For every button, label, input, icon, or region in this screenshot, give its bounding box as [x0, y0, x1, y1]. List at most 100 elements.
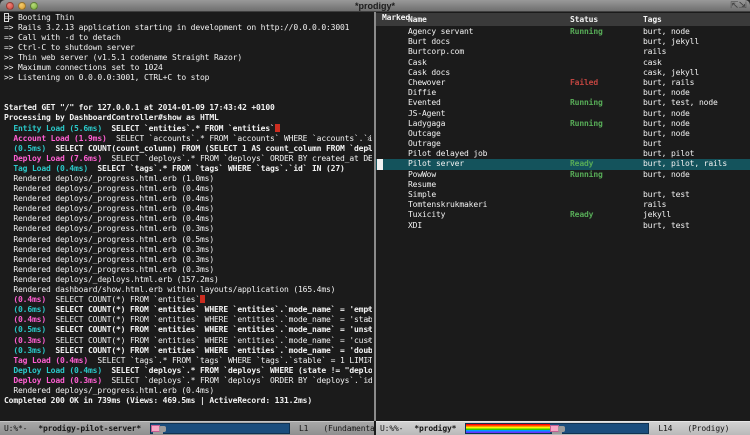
service-row[interactable]: Outrage burt: [376, 139, 750, 149]
service-row[interactable]: TuxicityReadyjekyll: [376, 210, 750, 220]
service-status: Running: [570, 119, 643, 129]
zoom-button[interactable]: [30, 2, 38, 10]
log-line: Entity Load (5.6ms) SELECT `entities`.* …: [4, 124, 372, 134]
service-name: Diffie: [408, 88, 570, 98]
service-tags: burt, node: [643, 170, 750, 180]
service-row[interactable]: Cask docscask, jekyll: [376, 68, 750, 78]
trailing-whitespace-marker: [275, 124, 280, 132]
log-line: (0.5ms) SELECT COUNT(count_column) FROM …: [4, 144, 372, 154]
log-line: Account Load (1.9ms) SELECT `accounts`.*…: [4, 134, 372, 144]
service-row[interactable]: Burtcorp.comrails: [376, 47, 750, 57]
log-line: => Rails 3.2.13 application starting in …: [4, 23, 372, 33]
service-row[interactable]: XDIburt, test: [376, 221, 750, 231]
truncation-arrow-icon: ›: [366, 315, 371, 325]
header-name: Name: [408, 15, 570, 24]
log-line: Deploy Load (7.6ms) SELECT `deploys`.* F…: [4, 154, 372, 164]
emacs-cursor: [377, 159, 383, 169]
minimize-button[interactable]: [18, 2, 26, 10]
rails-log-window[interactable]: => Booting Thin=> Rails 3.2.13 applicati…: [0, 12, 374, 407]
truncation-arrow-icon: ›: [366, 144, 371, 154]
log-line: (0.3ms) SELECT COUNT(*) FROM `entities` …: [4, 346, 372, 356]
service-name: Cask: [408, 58, 570, 68]
modeline-flags: U:%*-: [4, 424, 27, 433]
modeline-right: U:%%- *prodigy* L14 (Prodigy): [376, 421, 750, 435]
service-name: Pilot server: [408, 159, 570, 169]
service-row[interactable]: JS-Agentburt, node: [376, 109, 750, 119]
modeline-major-mode: (Fundamental): [323, 424, 374, 433]
header-marked: Marked: [376, 13, 408, 26]
modeline-left: U:%*- *prodigy-pilot-server* L1 (Fundame…: [0, 421, 374, 435]
marked-cell: [376, 37, 408, 47]
log-line: Rendered deploys/_progress.html.erb (0.3…: [4, 265, 372, 275]
modeline-major-mode: (Prodigy): [687, 424, 729, 433]
modeline-buffer: *prodigy-pilot-server*: [38, 424, 141, 433]
service-row[interactable]: Pilot serverReadyburt, pilot, rails: [376, 159, 750, 169]
marked-cell: [376, 98, 408, 108]
service-tags: burt: [643, 139, 750, 149]
truncation-arrow-icon: ›: [366, 154, 371, 164]
service-tags: burt, test, node: [643, 98, 750, 108]
service-row[interactable]: ChewoverFailedburt, rails: [376, 78, 750, 88]
modeline-flags: U:%%-: [380, 424, 403, 433]
service-row[interactable]: Simpleburt, test: [376, 190, 750, 200]
service-tags: burt, node: [643, 88, 750, 98]
service-name: Tuxicity: [408, 210, 570, 220]
service-tags: burt, jekyll: [643, 37, 750, 47]
service-row[interactable]: Cask cask: [376, 58, 750, 68]
traffic-lights: [6, 2, 38, 10]
service-name: Outrage: [408, 139, 570, 149]
service-row[interactable]: LadygagaRunningburt, node: [376, 119, 750, 129]
truncation-arrow-icon: ›: [366, 305, 371, 315]
service-row[interactable]: Burt docsburt, jekyll: [376, 37, 750, 47]
service-tags: rails: [643, 200, 750, 210]
service-name: Evented: [408, 98, 570, 108]
service-row[interactable]: Diffie burt, node: [376, 88, 750, 98]
marked-cell: [376, 27, 408, 37]
log-line: [4, 93, 372, 103]
truncation-arrow-icon: ›: [366, 346, 371, 356]
marked-cell: [376, 129, 408, 139]
truncation-arrow-icon: ›: [366, 366, 371, 376]
service-row[interactable]: EventedRunningburt, test, node: [376, 98, 750, 108]
service-row[interactable]: Outcageburt, node: [376, 129, 750, 139]
marked-cell: [376, 221, 408, 231]
nyan-cat-icon: [151, 424, 166, 434]
log-line: Started GET "/" for 127.0.0.1 at 2014-01…: [4, 103, 372, 113]
marked-cell: [376, 88, 408, 98]
service-tags: burt, node: [643, 119, 750, 129]
log-line: >> Listening on 0.0.0.0:3001, CTRL+C to …: [4, 73, 372, 83]
service-row[interactable]: Tomtenskrukmakerirails: [376, 200, 750, 210]
resize-icon[interactable]: ⇱⇲: [730, 1, 747, 11]
titlebar[interactable]: *prodigy* ⇱⇲: [0, 0, 750, 12]
header-status: Status: [570, 15, 643, 24]
service-list-header: Marked Name Status Tags: [376, 13, 750, 26]
service-row[interactable]: Pilot delayed jobburt, pilot: [376, 149, 750, 159]
service-row[interactable]: Resume: [376, 180, 750, 190]
log-line: Deploy Load (0.4ms) SELECT `deploys`.* F…: [4, 366, 372, 376]
marked-cell: [376, 139, 408, 149]
marked-cell: [376, 180, 408, 190]
service-row[interactable]: Agency servantRunningburt, node: [376, 27, 750, 37]
emacs-window: *prodigy* ⇱⇲ => Booting Thin=> Rails 3.2…: [0, 0, 750, 435]
marked-cell: [376, 78, 408, 88]
service-status: Running: [570, 170, 643, 180]
prodigy-window[interactable]: Marked Name Status Tags Agency servantRu…: [376, 12, 750, 407]
marked-cell: [376, 149, 408, 159]
truncation-arrow-icon: ›: [366, 336, 371, 346]
log-line: Tag Load (0.4ms) SELECT `tags`.* FROM `t…: [4, 164, 372, 174]
service-name: Outcage: [408, 129, 570, 139]
marked-cell: [376, 119, 408, 129]
service-name: Agency servant: [408, 27, 570, 37]
modeline-buffer: *prodigy*: [414, 424, 456, 433]
service-row[interactable]: PowWowRunningburt, node: [376, 170, 750, 180]
log-line: Rendered deploys/_deploys.html.erb (157.…: [4, 275, 372, 285]
service-tags: burt, test: [643, 190, 750, 200]
marked-cell: [376, 159, 408, 169]
log-line: (0.6ms) SELECT COUNT(*) FROM `entities` …: [4, 305, 372, 315]
log-line: Completed 200 OK in 739ms (Views: 469.5m…: [4, 396, 372, 406]
log-line: Rendered deploys/_progress.html.erb (0.4…: [4, 204, 372, 214]
log-line: Rendered deploys/_progress.html.erb (0.4…: [4, 214, 372, 224]
emacs-frame: => Booting Thin=> Rails 3.2.13 applicati…: [0, 12, 750, 435]
close-button[interactable]: [6, 2, 14, 10]
service-tags: cask: [643, 58, 750, 68]
